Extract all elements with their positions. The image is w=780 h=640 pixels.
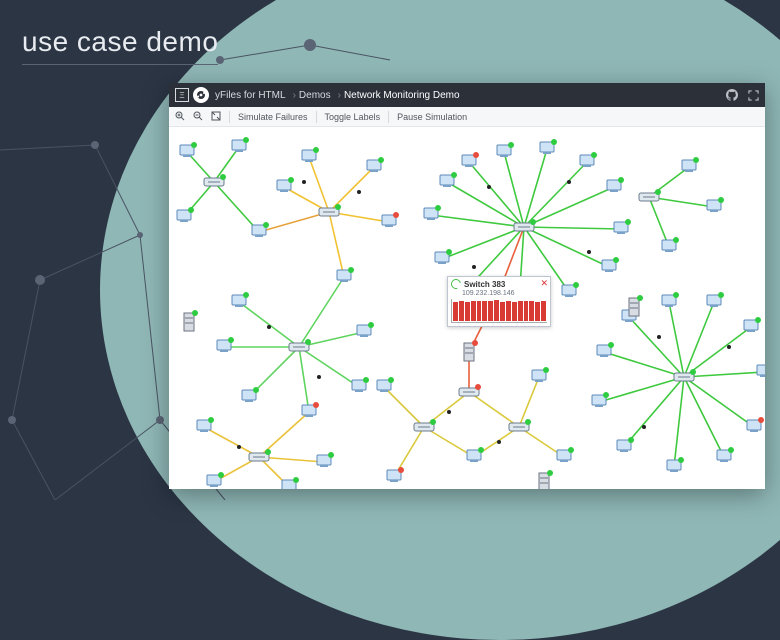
close-icon[interactable]: ✕ xyxy=(540,278,548,289)
workstation-node[interactable] xyxy=(387,467,404,482)
toolbar-separator xyxy=(388,111,389,123)
workstation-node[interactable] xyxy=(467,447,484,462)
workstation-node[interactable] xyxy=(217,337,234,352)
workstation-node[interactable] xyxy=(532,367,549,382)
titlebar: Ξ yFiles for HTML › Demos › Network Moni… xyxy=(169,83,765,107)
chevron-right-icon: › xyxy=(293,90,296,101)
workstation-node[interactable] xyxy=(177,207,194,222)
workstation-node[interactable] xyxy=(707,292,724,307)
server-node[interactable] xyxy=(464,340,478,361)
workstation-node[interactable] xyxy=(462,152,479,167)
breadcrumb-demos[interactable]: Demos xyxy=(299,90,331,101)
workstation-node[interactable] xyxy=(607,177,624,192)
workstation-node[interactable] xyxy=(707,197,724,212)
breadcrumb-product[interactable]: yFiles for HTML xyxy=(215,90,286,101)
graph-canvas[interactable]: Switch 383 ✕ 109.232.198.146 xyxy=(169,127,765,489)
workstation-node[interactable] xyxy=(744,317,761,332)
workstation-node[interactable] xyxy=(377,377,394,392)
workstation-node[interactable] xyxy=(337,267,354,282)
workstation-node[interactable] xyxy=(440,172,457,187)
zoom-out-button[interactable] xyxy=(193,111,203,123)
workstation-node[interactable] xyxy=(302,147,319,162)
workstation-node[interactable] xyxy=(557,447,574,462)
workstation-node[interactable] xyxy=(614,219,631,234)
workstation-node[interactable] xyxy=(662,237,679,252)
workstation-node[interactable] xyxy=(242,387,259,402)
page-title: use case demo xyxy=(22,26,218,65)
pause-simulation-button[interactable]: Pause Simulation xyxy=(397,112,467,122)
zoom-in-button[interactable] xyxy=(175,111,185,123)
chevron-right-icon: › xyxy=(338,90,341,101)
server-node[interactable] xyxy=(184,310,198,331)
brand-mark-icon: Ξ xyxy=(175,88,189,102)
workstation-node[interactable] xyxy=(540,139,557,154)
switch-node[interactable] xyxy=(509,419,531,431)
app-window: Ξ yFiles for HTML › Demos › Network Moni… xyxy=(169,83,765,489)
logo-icon xyxy=(193,87,209,103)
workstation-node[interactable] xyxy=(424,205,441,220)
switch-node[interactable] xyxy=(289,339,311,351)
workstation-node[interactable] xyxy=(602,257,619,272)
workstation-node[interactable] xyxy=(282,477,299,489)
workstation-node[interactable] xyxy=(277,177,294,192)
fullscreen-icon[interactable] xyxy=(748,90,759,101)
workstation-node[interactable] xyxy=(747,417,764,432)
simulate-failures-button[interactable]: Simulate Failures xyxy=(238,112,308,122)
switch-node[interactable] xyxy=(639,189,661,201)
tooltip-ip: 109.232.198.146 xyxy=(462,290,550,297)
workstation-node[interactable] xyxy=(207,472,224,487)
switch-node[interactable] xyxy=(319,204,341,216)
workstation-node[interactable] xyxy=(232,292,249,307)
switch-node[interactable] xyxy=(204,174,226,186)
toolbar-separator xyxy=(316,111,317,123)
github-icon[interactable] xyxy=(726,89,738,101)
toggle-labels-button[interactable]: Toggle Labels xyxy=(325,112,381,122)
workstation-node[interactable] xyxy=(382,212,399,227)
workstation-node[interactable] xyxy=(367,157,384,172)
workstation-node[interactable] xyxy=(757,362,765,377)
workstation-node[interactable] xyxy=(682,157,699,172)
switch-node[interactable] xyxy=(459,384,481,396)
workstation-node[interactable] xyxy=(617,437,634,452)
workstation-node[interactable] xyxy=(497,142,514,157)
server-node[interactable] xyxy=(629,295,643,316)
workstation-node[interactable] xyxy=(232,137,249,152)
server-node[interactable] xyxy=(539,470,553,489)
workstation-node[interactable] xyxy=(252,222,269,237)
toolbar: Simulate Failures Toggle Labels Pause Si… xyxy=(169,107,765,127)
switch-node[interactable] xyxy=(249,449,271,461)
toolbar-separator xyxy=(229,111,230,123)
workstation-node[interactable] xyxy=(317,452,334,467)
health-ring-icon xyxy=(449,277,463,291)
workstation-node[interactable] xyxy=(662,292,679,307)
workstation-node[interactable] xyxy=(357,322,374,337)
workstation-node[interactable] xyxy=(352,377,369,392)
node-tooltip: Switch 383 ✕ 109.232.198.146 xyxy=(447,276,551,327)
workstation-node[interactable] xyxy=(435,249,452,264)
workstation-node[interactable] xyxy=(302,402,319,417)
fit-content-button[interactable] xyxy=(211,111,221,123)
load-sparkline xyxy=(451,299,547,323)
workstation-node[interactable] xyxy=(197,417,214,432)
workstation-node[interactable] xyxy=(180,142,197,157)
tooltip-title: Switch 383 xyxy=(464,280,505,289)
workstation-node[interactable] xyxy=(592,392,609,407)
breadcrumb-current: Network Monitoring Demo xyxy=(344,90,460,101)
workstation-node[interactable] xyxy=(580,152,597,167)
